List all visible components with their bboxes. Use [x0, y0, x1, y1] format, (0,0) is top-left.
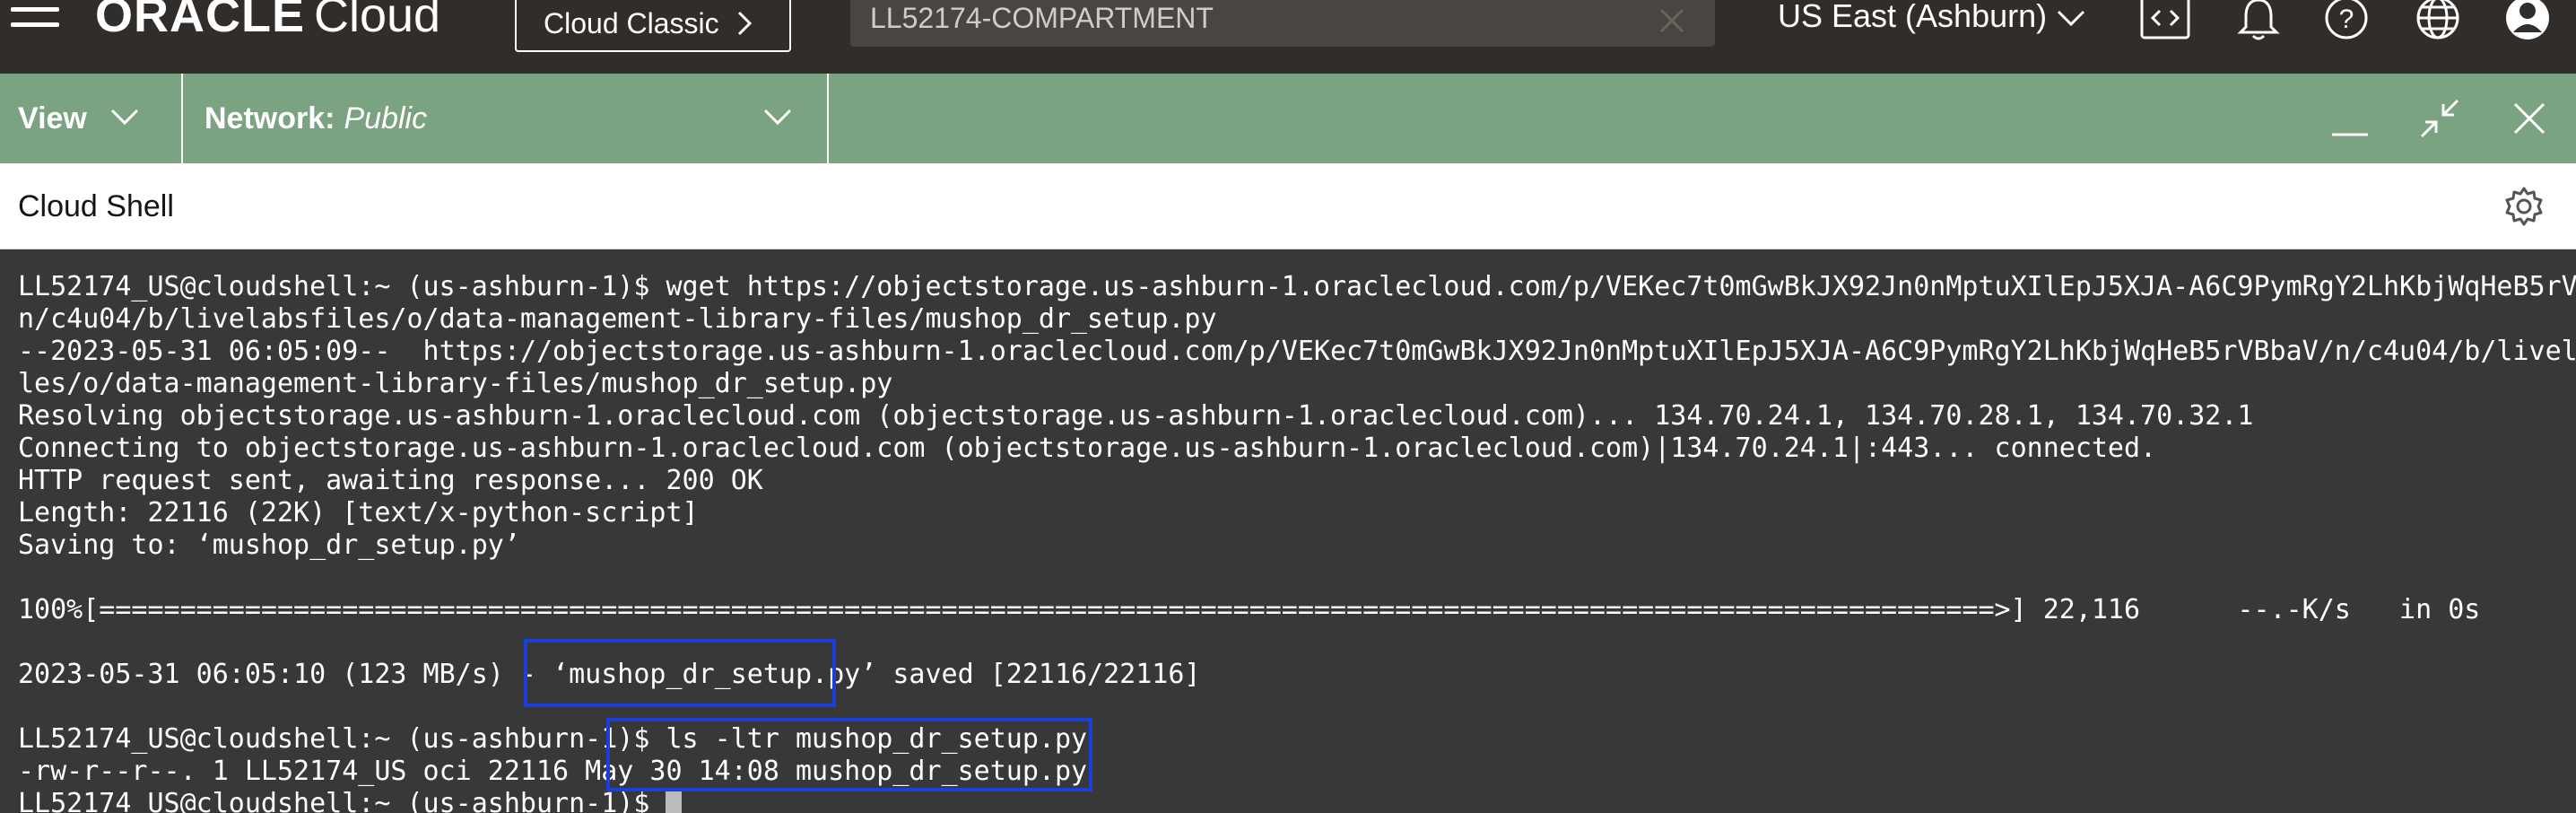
terminal-line: les/o/data-management-library-files/mush…: [18, 368, 893, 399]
help-icon[interactable]: ?: [2323, 0, 2373, 43]
bell-icon[interactable]: [2235, 0, 2285, 43]
compartment-value: LL52174-COMPARTMENT: [870, 2, 1214, 34]
network-label: Network:: [205, 101, 335, 136]
view-label: View: [18, 101, 87, 136]
terminal-line: n/c4u04/b/livelabsfiles/o/data-managemen…: [18, 303, 1217, 335]
region-label: US East (Ashburn): [1778, 0, 2048, 34]
top-navigation-bar: ORACLE Cloud Cloud Classic LL52174-COMPAR…: [0, 0, 2576, 74]
cloud-classic-button[interactable]: Cloud Classic: [515, 0, 791, 52]
ls-command-highlight-box: [606, 718, 1092, 791]
logo-cloud-text: Cloud: [314, 0, 441, 42]
network-value: Public: [344, 101, 428, 136]
oracle-cloud-logo[interactable]: ORACLE Cloud: [95, 0, 441, 42]
chevron-down-icon: [110, 109, 139, 126]
window-title: Cloud Shell: [18, 189, 174, 223]
restore-icon[interactable]: [2416, 95, 2463, 142]
terminal-line: 2023-05-31 06:05:10 (123 MB/s) - ‘mushop…: [18, 659, 1201, 690]
terminal-prompt-line: LL52174_US@cloudshell:~ (us-ashburn-1)$: [18, 788, 2576, 813]
minimize-icon[interactable]: [2327, 95, 2373, 142]
terminal-line: LL52174_US@cloudshell:~ (us-ashburn-1)$ …: [18, 723, 1088, 755]
terminal-line: HTTP request sent, awaiting response... …: [18, 465, 763, 496]
cloud-classic-label: Cloud Classic: [544, 7, 719, 39]
terminal-line: --2023-05-31 06:05:09-- https://objectst…: [18, 336, 2576, 367]
profile-icon[interactable]: [2502, 0, 2553, 43]
cloud-shell-toolbar: View Network: Public: [0, 74, 2576, 163]
terminal-line: Connecting to objectstorage.us-ashburn-1…: [18, 433, 2157, 464]
chevron-down-icon: [2047, 0, 2086, 34]
chevron-right-icon: [728, 7, 753, 39]
svg-text:?: ?: [2339, 4, 2354, 34]
terminal-prompt: LL52174_US@cloudshell:~ (us-ashburn-1)$: [18, 788, 666, 813]
region-selector[interactable]: US East (Ashburn): [1778, 0, 2086, 45]
code-editor-icon[interactable]: [2140, 0, 2190, 43]
compartment-search-field[interactable]: LL52174-COMPARTMENT: [850, 0, 1715, 47]
clear-icon[interactable]: [1656, 0, 1688, 45]
terminal-line: Length: 22116 (22K) [text/x-python-scrip…: [18, 497, 699, 529]
network-selector[interactable]: Network: Public: [183, 74, 829, 163]
terminal-line: Resolving objectstorage.us-ashburn-1.ora…: [18, 400, 2254, 432]
logo-oracle-text: ORACLE: [95, 0, 305, 42]
terminal-line: -rw-r--r--. 1 LL52174_US oci 22116 May 3…: [18, 756, 1088, 787]
terminal-line: 100%[===================================…: [18, 594, 2481, 625]
terminal-line: LL52174_US@cloudshell:~ (us-ashburn-1)$ …: [18, 271, 2576, 302]
view-menu[interactable]: View: [0, 74, 183, 163]
cloud-shell-header: Cloud Shell: [0, 163, 2576, 249]
globe-icon[interactable]: [2413, 0, 2463, 43]
filename-highlight-box: [524, 639, 836, 707]
close-icon[interactable]: [2506, 95, 2553, 142]
terminal-output[interactable]: LL52174_US@cloudshell:~ (us-ashburn-1)$ …: [0, 249, 2576, 813]
terminal-lines: LL52174_US@cloudshell:~ (us-ashburn-1)$ …: [18, 271, 2576, 813]
gear-icon[interactable]: [2502, 185, 2546, 228]
terminal-cursor: [666, 791, 683, 813]
terminal-line: Saving to: ‘mushop_dr_setup.py’: [18, 529, 520, 561]
chevron-down-icon: [763, 109, 792, 126]
menu-icon[interactable]: [5, 0, 61, 32]
